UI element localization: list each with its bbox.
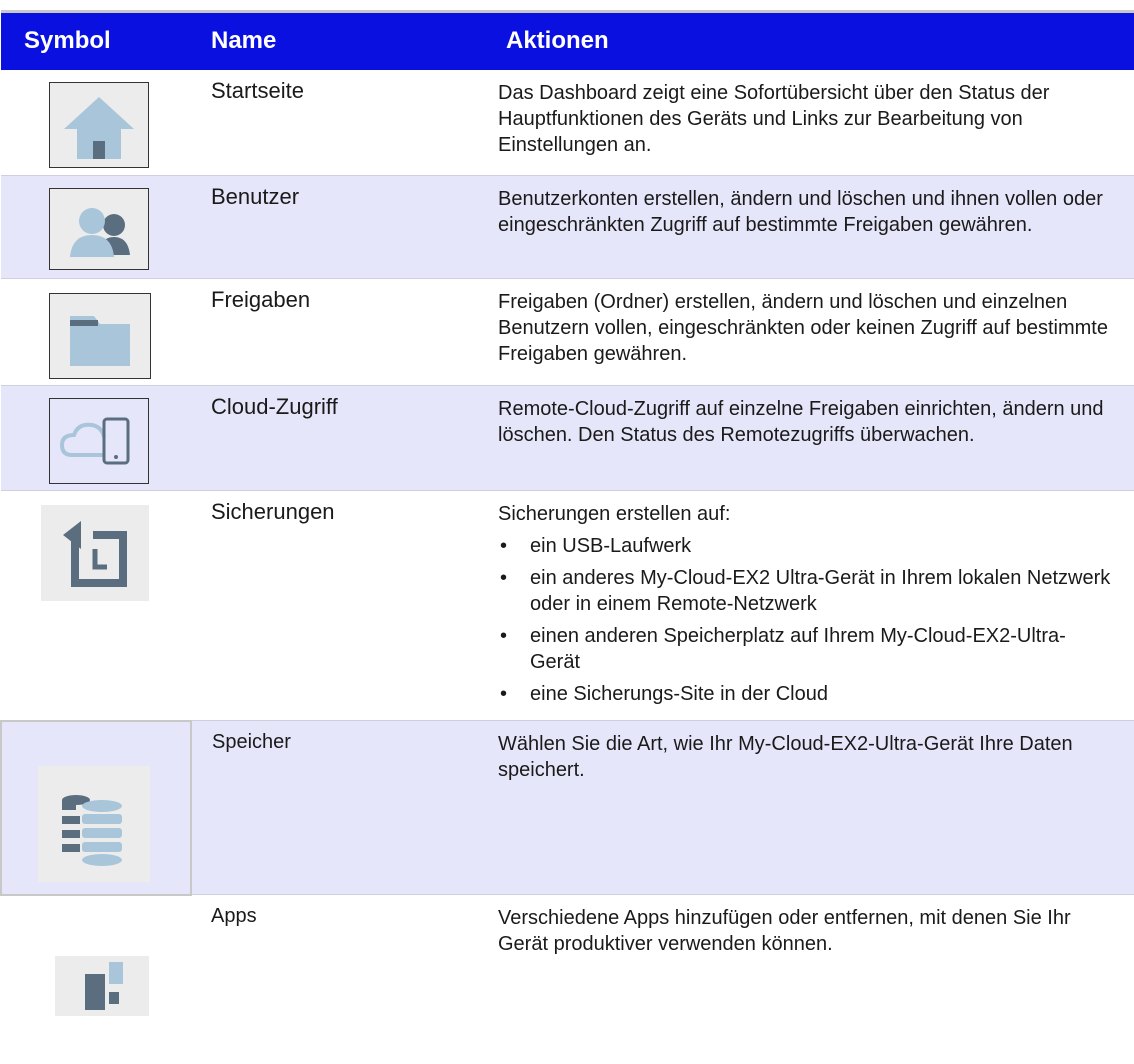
table-row: Cloud-Zugriff Remote-Cloud-Zugriff auf e… xyxy=(1,385,1134,491)
row-description: Sicherungen erstellen auf: xyxy=(498,503,731,525)
symbol-cell xyxy=(0,719,192,896)
symbol-cell xyxy=(1,69,191,176)
table-row: Benutzer Benutzerkonten erstellen, änder… xyxy=(1,175,1134,279)
row-description: Verschiedene Apps hinzufügen oder entfer… xyxy=(498,907,1071,955)
folder-icon[interactable] xyxy=(49,293,151,379)
row-description: Freigaben (Ordner) erstellen, ändern und… xyxy=(486,278,1134,386)
row-name: Apps xyxy=(211,905,257,927)
cloud-device-icon[interactable] xyxy=(49,398,149,484)
list-item: ein anderes My-Cloud-EX2 Ultra-Gerät in … xyxy=(498,565,1115,617)
row-name: Speicher xyxy=(191,720,486,895)
symbol-cell xyxy=(1,895,191,1016)
apps-icon[interactable] xyxy=(55,955,149,1016)
row-name: Sicherungen xyxy=(191,490,486,721)
list-item: ein USB-Laufwerk xyxy=(498,533,1115,559)
header-actions: Aktionen xyxy=(486,10,1134,70)
row-description: Benutzerkonten erstellen, ändern und lös… xyxy=(486,175,1134,279)
row-description-cell: Sicherungen erstellen auf: ein USB-Laufw… xyxy=(486,490,1134,721)
symbol-cell xyxy=(1,490,191,721)
row-description: Wählen Sie die Art, wie Ihr My-Cloud-EX2… xyxy=(486,720,1134,895)
row-name: Benutzer xyxy=(191,175,486,279)
table-row: Apps Verschiedene Apps hinzufügen oder e… xyxy=(1,895,1134,1016)
table-row: Startseite Das Dashboard zeigt eine Sofo… xyxy=(1,69,1134,176)
symbol-cell xyxy=(1,278,191,386)
page: Symbol Name Aktionen Startseite Das Dash… xyxy=(0,0,1134,1064)
table-row: Speicher Wählen Sie die Art, wie Ihr My-… xyxy=(0,719,1134,896)
header-name: Name xyxy=(191,10,486,70)
row-description: Das Dashboard zeigt eine Sofortübersicht… xyxy=(486,69,1134,176)
row-name: Startseite xyxy=(191,69,486,176)
table-row: Sicherungen Sicherungen erstellen auf: e… xyxy=(1,490,1134,721)
top-margin xyxy=(0,0,1134,10)
row-description: Remote-Cloud-Zugriff auf einzelne Freiga… xyxy=(486,385,1134,491)
users-icon[interactable] xyxy=(49,188,149,270)
feature-table: Symbol Name Aktionen Startseite Das Dash… xyxy=(0,10,1134,1016)
symbol-cell xyxy=(1,175,191,279)
row-name: Freigaben xyxy=(191,278,486,386)
storage-stack-icon[interactable] xyxy=(38,765,150,882)
home-icon[interactable] xyxy=(49,81,149,168)
symbol-cell xyxy=(1,385,191,491)
row-name: Cloud-Zugriff xyxy=(191,385,486,491)
header-symbol: Symbol xyxy=(1,10,191,70)
table-row: Freigaben Freigaben (Ordner) erstellen, … xyxy=(1,278,1134,386)
list-item: eine Sicherungs-Site in der Cloud xyxy=(498,681,1115,707)
table-header-row: Symbol Name Aktionen xyxy=(1,10,1134,70)
list-item: einen anderen Speicherplatz auf Ihrem My… xyxy=(498,623,1115,675)
bullet-list: ein USB-Laufwerk ein anderes My-Cloud-EX… xyxy=(498,533,1115,707)
backup-clock-icon[interactable] xyxy=(41,505,149,601)
